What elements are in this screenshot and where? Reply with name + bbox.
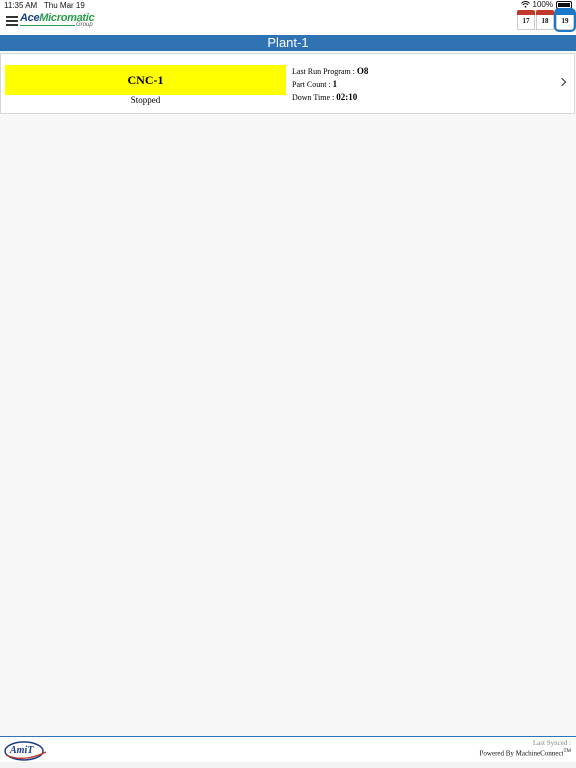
calendar-day-18-icon[interactable]: 18	[536, 10, 554, 30]
trademark: TM	[563, 749, 572, 754]
chevron-right-icon[interactable]	[557, 77, 567, 87]
machine-status: Stopped	[130, 95, 161, 105]
last-run-program: Last Run Program : O8	[292, 66, 368, 76]
machine-name: CNC-1	[5, 65, 286, 95]
status-right: 100%	[520, 0, 572, 9]
status-time: 11:35 AM Thu Mar 19	[4, 1, 85, 10]
down-time-value: 02:10	[336, 92, 358, 102]
status-bar: 11:35 AM Thu Mar 19 100%	[0, 0, 576, 10]
app-header: AceMicromatic Group 17 18 19	[0, 8, 576, 35]
calendar-day-17-icon[interactable]: 17	[517, 10, 535, 30]
calendar-day-17-label: 17	[517, 15, 535, 30]
hamburger-menu-icon[interactable]	[6, 16, 18, 26]
down-time-label: Down Time :	[292, 93, 337, 102]
part-count: Part Count : 1	[292, 79, 337, 89]
bottom-strip	[0, 762, 576, 768]
last-run-value: O8	[356, 66, 369, 76]
status-date-text: Thu Mar 19	[43, 1, 85, 10]
status-time-text: 11:35 AM	[4, 1, 38, 10]
battery-icon	[556, 0, 572, 9]
amit-logo: AmiT	[4, 741, 47, 761]
part-count-value: 1	[332, 79, 338, 89]
ace-micromatic-logo: AceMicromatic Group	[20, 12, 95, 28]
last-run-label: Last Run Program :	[292, 67, 357, 76]
powered-by-text: Powered By MachineConnect	[479, 749, 564, 758]
part-count-label: Part Count :	[292, 80, 333, 89]
down-time: Down Time : 02:10	[292, 92, 357, 102]
battery-percent: 100%	[532, 0, 553, 9]
calendar-day-19-icon[interactable]: 19	[554, 8, 576, 32]
last-synced: Last Synced :	[532, 739, 571, 747]
machine-card-cnc-1[interactable]: CNC-1 Stopped Last Run Program : O8 Part…	[0, 53, 575, 114]
footer: AmiT Last Synced : Powered By MachineCon…	[0, 736, 576, 763]
calendar-day-19-label: 19	[556, 15, 574, 30]
powered-by: Powered By MachineConnectTM	[480, 749, 571, 757]
amit-logo-text: AmiT	[9, 745, 34, 756]
wifi-icon	[520, 1, 530, 8]
calendar-day-18-label: 18	[536, 15, 554, 30]
page-title: Plant-1	[0, 35, 576, 51]
